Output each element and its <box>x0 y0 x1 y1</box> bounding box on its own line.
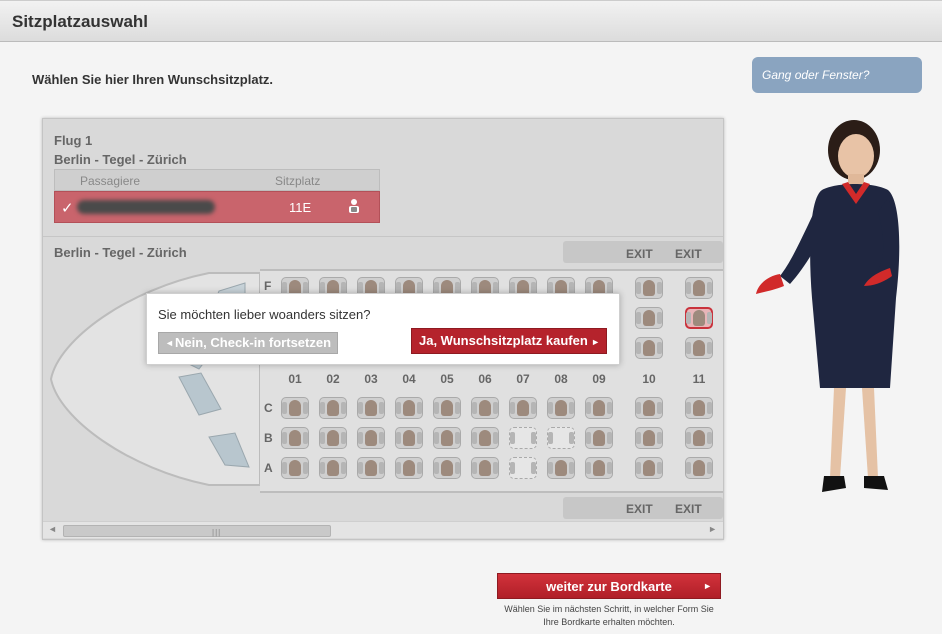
chevron-right-icon: ► <box>591 337 600 347</box>
seat[interactable] <box>319 457 347 479</box>
seat[interactable] <box>395 427 423 449</box>
seat[interactable] <box>281 457 309 479</box>
passenger-seat-icon <box>349 199 359 213</box>
column-number: 03 <box>364 372 378 386</box>
row-letter-f: F <box>264 279 272 293</box>
seat[interactable] <box>433 457 461 479</box>
seat[interactable] <box>471 397 499 419</box>
checkmark-icon: ✓ <box>61 200 74 217</box>
seat[interactable] <box>509 397 537 419</box>
flight-route: Berlin - Tegel - Zürich <box>54 152 187 167</box>
seat[interactable] <box>635 457 663 479</box>
scroll-right-icon[interactable]: ► <box>708 524 717 534</box>
page-title: Sitzplatzauswahl <box>12 12 149 31</box>
row-letter-c: C <box>264 401 273 415</box>
horizontal-scrollbar[interactable]: ◄ ||| ► <box>43 521 723 538</box>
dialog-question: Sie möchten lieber woanders sitzen? <box>158 307 371 322</box>
column-number: 04 <box>402 372 416 386</box>
passenger-seat-value: 11E <box>289 200 312 215</box>
scrollbar-thumb[interactable]: ||| <box>63 525 331 537</box>
grip-icon: ||| <box>212 528 222 537</box>
seat[interactable] <box>281 397 309 419</box>
seat[interactable] <box>433 397 461 419</box>
seat[interactable] <box>585 397 613 419</box>
column-number: 08 <box>554 372 568 386</box>
exit-label-bottom-1: EXIT <box>626 502 653 516</box>
chevron-left-icon: ◄ <box>165 338 174 348</box>
seat[interactable] <box>357 397 385 419</box>
seat[interactable] <box>585 457 613 479</box>
exit-label-top-2: EXIT <box>675 247 702 261</box>
seat[interactable] <box>509 457 537 479</box>
seat-upsell-dialog: Sie möchten lieber woanders sitzen? ◄ Ne… <box>146 293 620 365</box>
flight-attendant-illustration <box>756 120 900 492</box>
seat[interactable] <box>635 427 663 449</box>
seat[interactable] <box>547 457 575 479</box>
help-bubble[interactable]: Gang oder Fenster? <box>752 57 922 93</box>
seat[interactable] <box>547 427 575 449</box>
seat[interactable] <box>685 457 713 479</box>
next-boarding-pass-button[interactable]: weiter zur Bordkarte ► <box>497 573 721 599</box>
seat[interactable] <box>471 457 499 479</box>
column-number: 10 <box>642 372 656 386</box>
column-number: 06 <box>478 372 492 386</box>
column-number: 07 <box>516 372 530 386</box>
column-number: 09 <box>592 372 606 386</box>
seat[interactable] <box>635 307 663 329</box>
seat[interactable] <box>685 277 713 299</box>
row-letter-a: A <box>264 461 273 475</box>
page-header: Sitzplatzauswahl <box>0 0 942 42</box>
seatmap-route: Berlin - Tegel - Zürich <box>54 245 187 260</box>
seat[interactable] <box>685 337 713 359</box>
seat[interactable] <box>357 427 385 449</box>
section-divider <box>43 236 723 237</box>
seat[interactable] <box>471 427 499 449</box>
seat[interactable] <box>319 397 347 419</box>
seat[interactable] <box>547 397 575 419</box>
buy-seat-button-label: Ja, Wunschsitzplatz kaufen <box>419 333 588 348</box>
seat[interactable] <box>433 427 461 449</box>
seat[interactable] <box>685 307 713 329</box>
seat[interactable] <box>635 337 663 359</box>
column-number: 05 <box>440 372 454 386</box>
next-step-hint: Wählen Sie im nächsten Schritt, in welch… <box>504 604 714 627</box>
passenger-name-redacted <box>77 200 215 214</box>
chevron-right-icon: ► <box>703 581 712 591</box>
column-number: 01 <box>288 372 302 386</box>
passenger-table: Passagiere Sitzplatz ✓ 11E <box>54 169 380 225</box>
passengers-column-header: Passagiere <box>80 174 141 188</box>
intro-text: Wählen Sie hier Ihren Wunschsitzplatz. <box>32 72 274 87</box>
seat[interactable] <box>635 277 663 299</box>
passenger-row[interactable]: ✓ 11E <box>54 191 380 223</box>
seat[interactable] <box>357 457 385 479</box>
seat[interactable] <box>685 427 713 449</box>
row-letter-b: B <box>264 431 273 445</box>
seat[interactable] <box>319 427 347 449</box>
passenger-table-header: Passagiere Sitzplatz <box>54 169 380 191</box>
decline-button-label: Nein, Check-in fortsetzen <box>175 335 332 350</box>
decline-button[interactable]: ◄ Nein, Check-in fortsetzen <box>158 332 338 354</box>
seat[interactable] <box>281 427 309 449</box>
scroll-left-icon[interactable]: ◄ <box>48 524 57 534</box>
column-number: 11 <box>692 372 706 386</box>
flight-label: Flug 1 <box>54 133 93 148</box>
flight-info: Flug 1 Berlin - Tegel - Zürich <box>54 131 187 169</box>
seat[interactable] <box>685 397 713 419</box>
next-button-label: weiter zur Bordkarte <box>546 579 672 594</box>
seat-column-header: Sitzplatz <box>275 174 321 188</box>
seat[interactable] <box>395 397 423 419</box>
column-number: 02 <box>326 372 340 386</box>
seat[interactable] <box>635 397 663 419</box>
exit-label-bottom-2: EXIT <box>675 502 702 516</box>
exit-label-top-1: EXIT <box>626 247 653 261</box>
seat[interactable] <box>395 457 423 479</box>
seat[interactable] <box>509 427 537 449</box>
buy-seat-button[interactable]: Ja, Wunschsitzplatz kaufen ► <box>411 328 607 354</box>
seat[interactable] <box>585 427 613 449</box>
